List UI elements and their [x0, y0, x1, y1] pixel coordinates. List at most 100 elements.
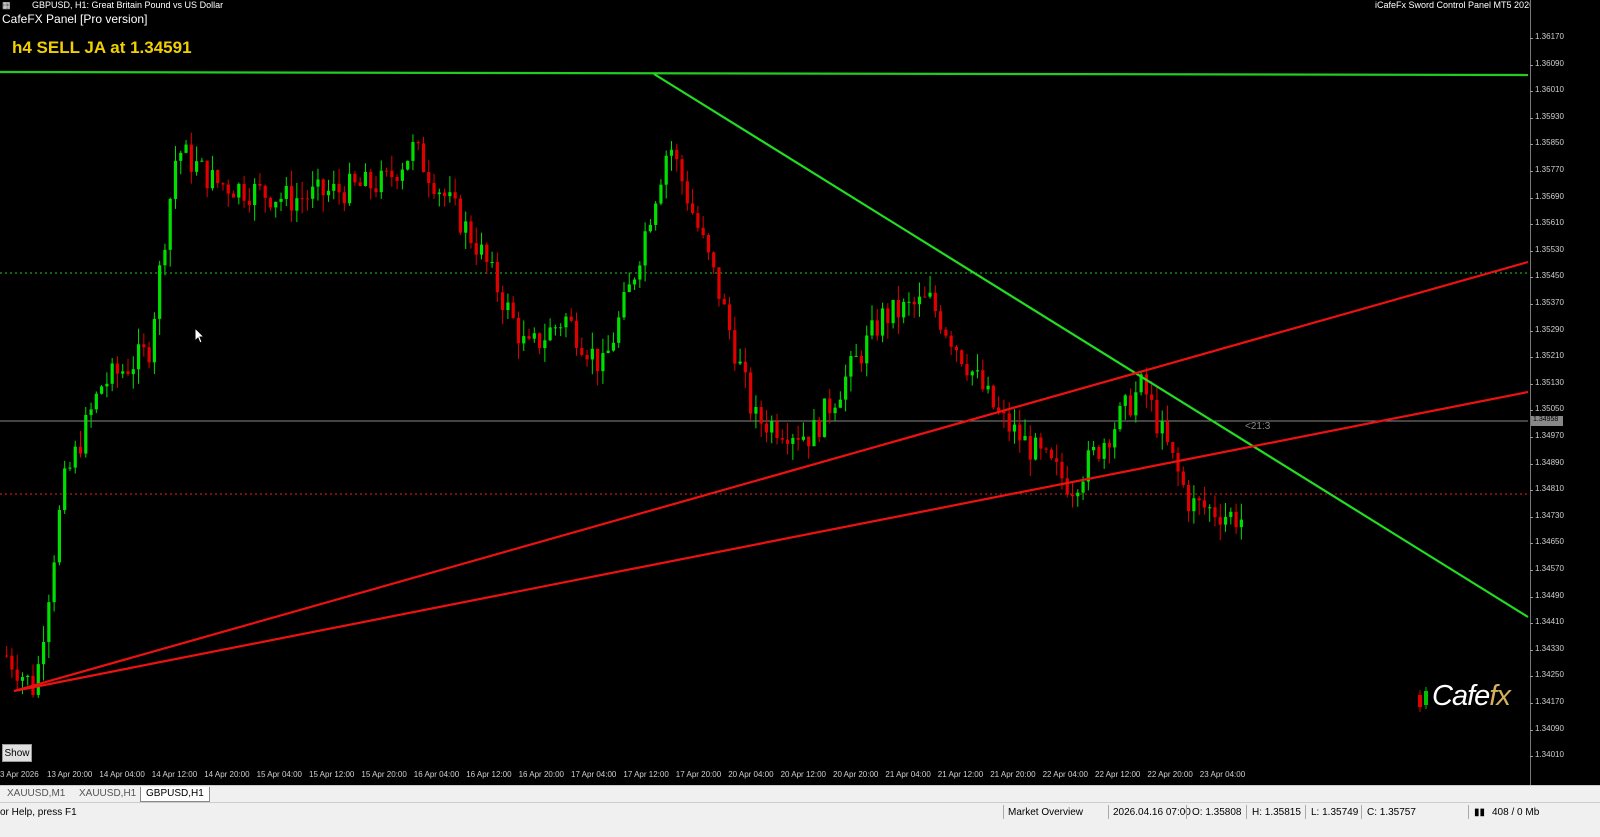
- candle-body: [332, 183, 336, 191]
- candle: [326, 179, 331, 202]
- candle-body: [680, 159, 684, 182]
- candle-body: [1097, 446, 1101, 459]
- candle-body: [210, 170, 215, 189]
- candle: [1144, 367, 1148, 409]
- candle: [194, 146, 199, 176]
- price-axis[interactable]: 1.36170 1.36090 1.36010 1.35930 1.35850 1.357…: [1530, 0, 1600, 785]
- candle: [237, 182, 241, 205]
- candle: [458, 194, 463, 235]
- price-tick-label: 1.36170: [1530, 32, 1564, 41]
- price-tick-label: 1.34250: [1530, 670, 1564, 680]
- candle-body: [263, 185, 267, 198]
- candle: [1018, 409, 1022, 453]
- candle-body: [933, 292, 937, 312]
- price-tick-label: 1.35530: [1530, 244, 1564, 254]
- status-datetime: 2026.04.16 07:00: [1113, 807, 1191, 818]
- candle: [807, 436, 811, 459]
- candle-body: [110, 363, 114, 384]
- candle: [448, 176, 452, 203]
- chart-title: GBPUSD, H1: Great Britain Pound vs US Do…: [32, 0, 224, 10]
- candle-body: [675, 149, 679, 160]
- candle-body: [479, 244, 484, 255]
- candle: [205, 160, 209, 198]
- candle: [1044, 446, 1048, 454]
- candle-body: [63, 468, 67, 511]
- price-tick-label: 1.35770: [1530, 165, 1564, 174]
- candle: [611, 332, 616, 352]
- candle-body: [464, 221, 468, 233]
- candle-body: [311, 186, 315, 199]
- candle: [289, 170, 294, 222]
- candle-body: [41, 641, 46, 665]
- chart-area[interactable]: ▦ GBPUSD, H1: Great Britain Pound vs US …: [0, 0, 1530, 785]
- candle: [1160, 410, 1164, 450]
- time-tick-label: 20 Apr 12:00: [780, 770, 826, 779]
- chart-tab[interactable]: GBPUSD,H1: [140, 787, 210, 802]
- candle: [221, 182, 225, 191]
- candle: [986, 376, 990, 394]
- candle: [622, 281, 626, 320]
- status-profile[interactable]: Market Overview: [1008, 807, 1083, 818]
- candle: [1218, 504, 1222, 541]
- candle: [585, 349, 589, 367]
- candle: [537, 332, 542, 355]
- candle: [89, 402, 93, 428]
- candle-body: [632, 279, 637, 285]
- candle-body: [1033, 437, 1038, 460]
- candle-body: [1202, 500, 1207, 508]
- candle-body: [991, 385, 995, 408]
- chart-tab[interactable]: XAUUSD,M1: [2, 787, 70, 801]
- chart-tab[interactable]: XAUUSD,H1: [74, 787, 141, 801]
- candle-body: [537, 333, 542, 349]
- candle: [1118, 402, 1122, 432]
- candle-body: [194, 161, 199, 172]
- candle-body: [490, 261, 494, 263]
- candle-body: [975, 370, 980, 372]
- candle-body: [712, 252, 716, 268]
- show-button[interactable]: Show: [2, 744, 32, 762]
- time-tick-label: 22 Apr 04:00: [1042, 770, 1088, 779]
- candle-body: [163, 249, 167, 266]
- candle-body: [1155, 399, 1159, 434]
- crosshair-label: <21:3: [1245, 421, 1271, 432]
- logo-text-fx: fx: [1489, 680, 1511, 712]
- candle-body: [1160, 421, 1164, 434]
- time-tick-label: 15 Apr 12:00: [309, 770, 355, 779]
- candle: [669, 141, 674, 171]
- candle-body: [965, 364, 969, 376]
- candle: [1033, 433, 1038, 461]
- candle: [580, 337, 584, 357]
- candle-body: [838, 399, 842, 408]
- price-tick-label: 1.36010: [1530, 85, 1564, 95]
- mouse-pointer-icon: [194, 327, 206, 344]
- status-low: L: 1.35749: [1311, 807, 1359, 818]
- candle-body: [1076, 492, 1080, 497]
- candle: [896, 285, 900, 335]
- time-tick-label: 13 Apr 20:00: [47, 770, 93, 779]
- time-axis: 3 Apr 2026 13 Apr 20:00 14 Apr 04:00 14 Apr…: [0, 767, 1530, 785]
- current-price-label: 1.34958: [1531, 416, 1563, 426]
- candle: [1055, 444, 1059, 476]
- candle: [933, 285, 937, 318]
- status-close: C: 1.35757: [1367, 807, 1416, 818]
- candle: [105, 372, 109, 398]
- candle-body: [1123, 395, 1127, 406]
- candle: [242, 175, 246, 208]
- candle-body: [448, 192, 452, 197]
- candle: [928, 275, 932, 299]
- candle: [949, 331, 953, 356]
- price-tick-label: 1.35290: [1530, 324, 1564, 334]
- candle-body: [305, 198, 310, 200]
- candle-body: [1070, 494, 1075, 497]
- candle-body: [770, 421, 774, 433]
- candle-body: [880, 308, 885, 336]
- candle-body: [221, 183, 225, 185]
- candle: [416, 140, 420, 151]
- time-tick-label: 17 Apr 12:00: [623, 770, 669, 779]
- candle-body: [247, 200, 251, 205]
- candle: [400, 162, 404, 190]
- candle: [717, 267, 721, 307]
- candle: [675, 143, 679, 172]
- price-chart[interactable]: [0, 0, 1530, 785]
- candle-body: [1128, 395, 1133, 416]
